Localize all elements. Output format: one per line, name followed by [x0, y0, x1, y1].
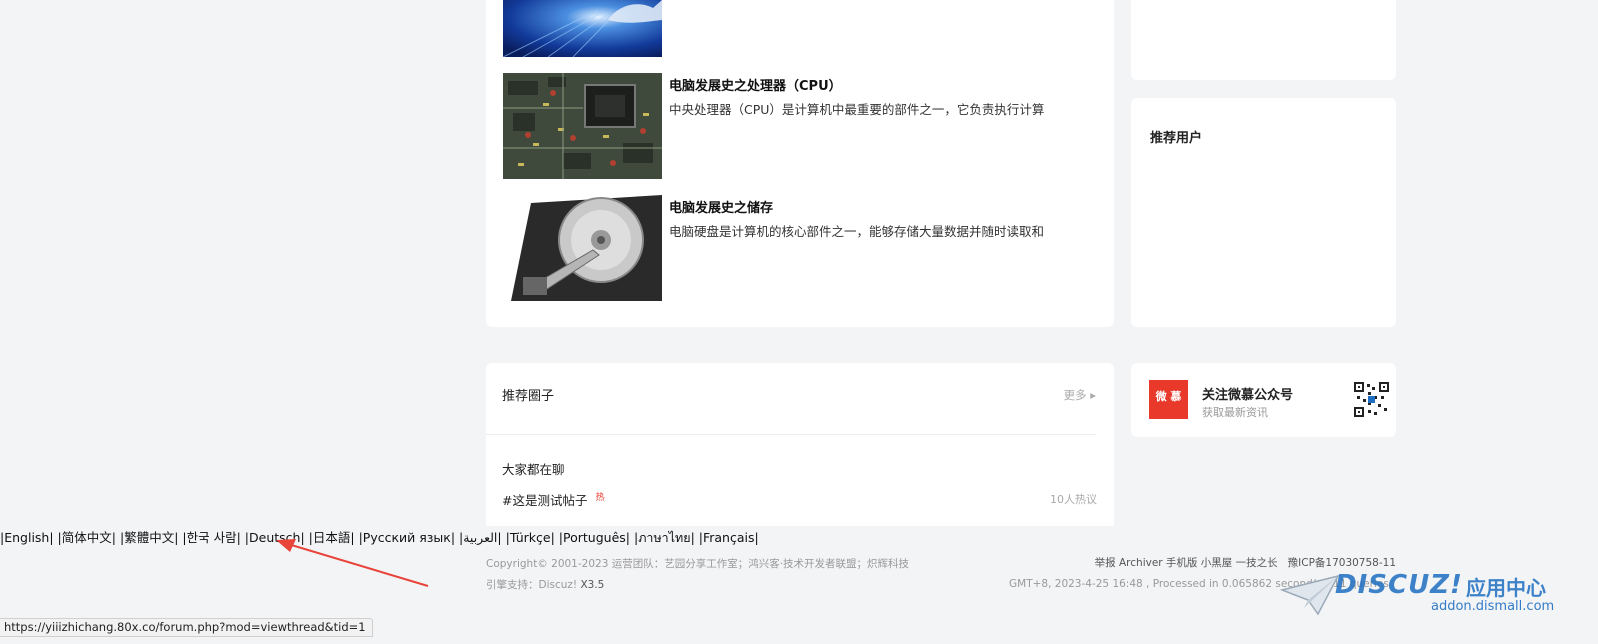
separator: |	[501, 530, 510, 545]
footer-powered-by: 引擎支持：Discuz! X3.5	[486, 579, 605, 591]
language-option[interactable]: 繁體中文	[124, 530, 174, 545]
article-title[interactable]: 电脑发展史之处理器（CPU）	[669, 75, 842, 94]
article-thumbnail-tech[interactable]	[503, 0, 662, 57]
paper-plane-icon	[1280, 574, 1340, 616]
footer-copyright: Copyright© 2001-2023 运营团队：艺园分享工作室；鸿兴客·技术…	[486, 558, 910, 570]
language-option[interactable]: العربية	[463, 530, 497, 545]
recommended-users-title: 推荐用户	[1150, 131, 1203, 146]
language-option[interactable]: ภาษาไทย	[638, 530, 690, 545]
status-bar-url: https://yiiizhichang.80x.co/forum.php?mo…	[0, 618, 373, 637]
separator: |	[630, 530, 639, 545]
footer-version[interactable]: X3.5	[580, 579, 604, 591]
article-summary: 中央处理器（CPU）是计算机中最重要的部件之一，它负责执行计算	[669, 102, 1045, 117]
topic-link[interactable]: #这是测试帖子	[502, 493, 587, 508]
wechat-logo: 微 慕	[1149, 380, 1188, 419]
separator: |	[240, 530, 249, 545]
separator: |	[754, 530, 759, 545]
language-option[interactable]: 한국 사람	[187, 530, 237, 545]
separator: |	[53, 530, 62, 545]
circles-title: 推荐圈子	[502, 389, 555, 404]
language-option[interactable]: Türkçe	[510, 530, 551, 545]
recommended-users-card: 推荐用户	[1131, 98, 1396, 327]
annotation-arrow	[276, 539, 429, 587]
separator: |	[178, 530, 187, 545]
article-thumbnail-hdd[interactable]	[503, 195, 662, 301]
divider	[486, 434, 1096, 435]
separator: |	[455, 530, 464, 545]
watermark-logo: DISCUZ! 应用中心 addon.dismall.com	[1280, 568, 1555, 618]
topic-row[interactable]: #这是测试帖子 热 10人热议	[502, 490, 1097, 508]
article-title[interactable]: 电脑发展史之储存	[669, 197, 773, 216]
wechat-subtitle: 获取最新资讯	[1202, 406, 1268, 419]
watermark-cn: 应用中心	[1466, 576, 1546, 600]
section-label: 大家都在聊	[502, 462, 565, 477]
watermark-url: addon.dismall.com	[1431, 599, 1555, 614]
more-link[interactable]: 更多 ▸	[1064, 387, 1096, 403]
language-option[interactable]: Português	[563, 530, 626, 545]
wechat-follow-card[interactable]: 微 慕 关注微慕公众号 获取最新资讯	[1131, 363, 1396, 437]
language-option[interactable]: 简体中文	[62, 530, 112, 545]
topic-count: 10人热议	[1050, 493, 1097, 506]
footer-right-links[interactable]: 举报 Archiver 手机版 小黑屋 一技之长	[1095, 557, 1278, 569]
hot-badge: 热	[595, 493, 605, 503]
wechat-title: 关注微慕公众号	[1202, 388, 1294, 403]
qr-code-icon[interactable]	[1354, 382, 1389, 417]
separator: |	[554, 530, 564, 545]
separator: |	[694, 530, 703, 545]
sidebar-card-top	[1131, 0, 1396, 80]
separator: |	[116, 530, 125, 545]
language-option[interactable]: English	[4, 530, 49, 545]
language-option[interactable]: Français	[703, 530, 755, 545]
recommended-circles-card: 推荐圈子 更多 ▸ 大家都在聊 #这是测试帖子 热 10人热议	[486, 363, 1114, 526]
article-thumbnail-cpu[interactable]	[503, 73, 662, 179]
watermark-brand: DISCUZ!	[1335, 570, 1463, 600]
article-summary: 电脑硬盘是计算机的核心部件之一，能够存储大量数据并随时读取和	[669, 224, 1045, 239]
